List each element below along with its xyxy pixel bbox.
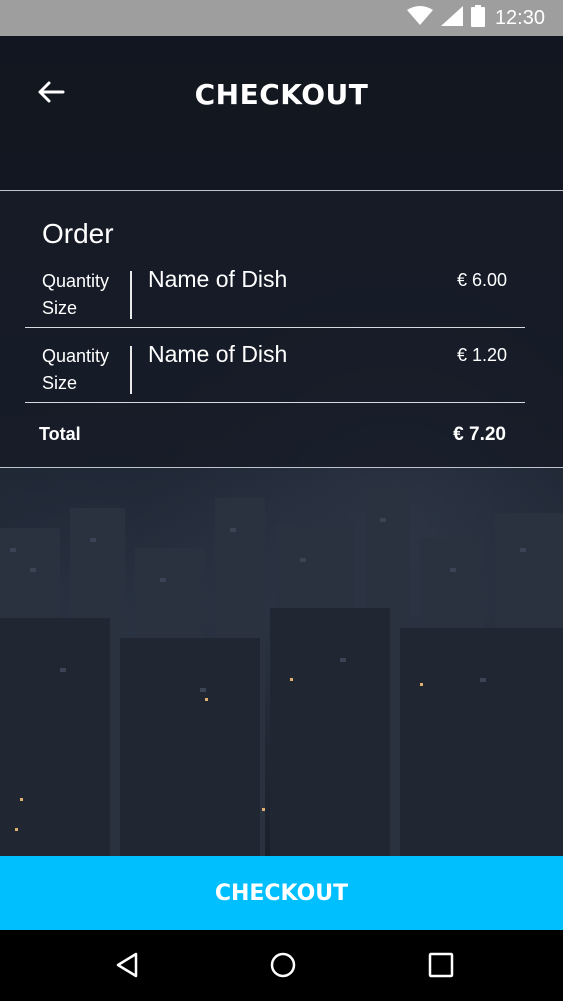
home-circle-icon: [269, 951, 297, 983]
wifi-icon: [406, 6, 433, 30]
total-label: Total: [39, 424, 81, 444]
checkout-button[interactable]: CHECKOUT: [0, 856, 563, 930]
order-item-row[interactable]: Quantity Size Name of Dish € 6.00: [25, 254, 525, 328]
order-item-row[interactable]: Quantity Size Name of Dish € 1.20: [25, 329, 525, 403]
city-skyline-image: [0, 488, 563, 856]
dish-name: Name of Dish: [148, 341, 288, 367]
dish-price: € 6.00: [456, 270, 507, 290]
status-time: 12:30: [494, 6, 545, 29]
quantity-size-labels: Quantity Size: [42, 268, 109, 322]
quantity-label: Quantity: [42, 346, 110, 366]
back-triangle-icon: [114, 951, 140, 983]
battery-icon: [470, 5, 485, 31]
total-value: € 7.20: [453, 424, 506, 445]
signal-icon: [440, 6, 463, 30]
row-divider: [130, 271, 132, 319]
nav-home-button[interactable]: [266, 950, 300, 984]
status-bar: 12:30: [0, 0, 563, 36]
order-summary-panel: Order Quantity Size Name of Dish € 6.00 …: [0, 192, 563, 468]
dish-name: Name of Dish: [148, 266, 288, 292]
quantity-size-labels: Quantity Size: [42, 343, 109, 397]
nav-back-button[interactable]: [110, 950, 144, 984]
app-header: CHECKOUT: [0, 36, 563, 191]
row-divider: [130, 346, 132, 394]
quantity-label: Quantity: [42, 271, 110, 291]
system-nav-bar: [0, 930, 563, 1001]
order-heading: Order: [42, 218, 114, 249]
size-label: Size: [42, 373, 78, 393]
size-label: Size: [42, 298, 78, 318]
nav-recents-button[interactable]: [424, 950, 458, 984]
page-title: CHECKOUT: [194, 78, 369, 111]
dish-price: € 1.20: [456, 345, 507, 365]
recents-square-icon: [427, 951, 455, 983]
